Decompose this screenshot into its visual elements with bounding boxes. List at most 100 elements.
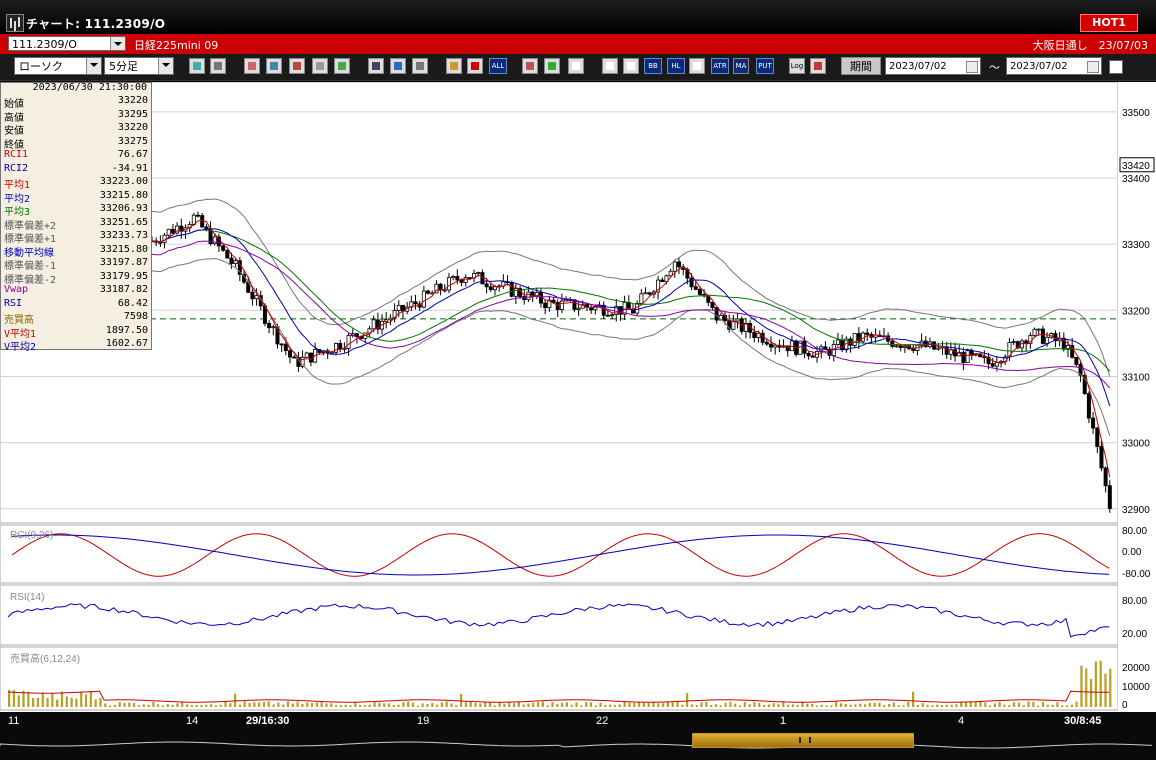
tool-icon[interactable] (544, 58, 560, 74)
volume-bar (642, 702, 645, 707)
volume-bar (286, 701, 290, 707)
tool-icon[interactable] (689, 58, 705, 74)
data-row-value: 1897.50 (105, 324, 148, 336)
tool-icon[interactable] (390, 58, 406, 74)
candle-body (559, 300, 564, 310)
tool-icon[interactable] (446, 58, 462, 74)
candle-body (852, 333, 857, 346)
volume-bar (498, 702, 501, 707)
volume-bar (368, 704, 371, 707)
symbol-select[interactable]: 111.2309/O (8, 36, 126, 51)
interval-select[interactable]: 5分足 (104, 57, 174, 75)
volume-bar (585, 702, 588, 707)
volume-bar (1046, 704, 1049, 707)
indicator-button[interactable]: PUT (756, 58, 774, 74)
tool-icon[interactable] (289, 58, 305, 74)
tool-icon[interactable] (312, 58, 328, 74)
chevron-down-icon[interactable] (86, 58, 101, 74)
calendar-icon[interactable] (1087, 61, 1099, 73)
title-bar[interactable]: チャート: 111.2309/O HOT1 (0, 0, 1156, 34)
indicator-button[interactable]: Log (789, 58, 805, 74)
tool-icon[interactable] (210, 58, 226, 74)
candle-body (835, 339, 840, 345)
tool-icon[interactable] (467, 58, 483, 74)
start-date-input[interactable]: 2023/07/02 (885, 57, 981, 75)
volume-bar (700, 702, 703, 707)
volume-bar (359, 704, 362, 707)
time-axis-label: 19 (417, 715, 429, 727)
volume-bar (873, 702, 876, 707)
chart-type-select[interactable]: ローソク (14, 57, 102, 75)
indicator-button[interactable]: ALL (489, 58, 507, 74)
candle-body (442, 289, 447, 292)
chart-svg[interactable]: 33500 33400 33300 33200 33100 33000 32900 33420… (0, 82, 1156, 730)
volume-bar (950, 704, 953, 707)
data-row-value: 33220 (117, 95, 148, 106)
volume-bar (205, 704, 208, 707)
tool-glyph-icon (394, 62, 402, 70)
volume-bar (681, 704, 684, 707)
time-scrollbar[interactable] (0, 730, 1156, 760)
data-row-value: 33197.87 (99, 257, 148, 268)
volume-bar (157, 704, 160, 707)
candle-body (421, 290, 426, 308)
candle-body (1045, 336, 1050, 344)
candle-body (643, 292, 648, 295)
indicator-button[interactable]: HL (667, 58, 685, 74)
chevron-down-icon[interactable] (110, 37, 125, 50)
tool-glyph-icon (627, 62, 635, 70)
grip-icon (799, 737, 811, 743)
volume-bar (445, 701, 448, 707)
volume-bar (594, 705, 597, 707)
indicator-button[interactable]: BB (644, 58, 662, 74)
volume-bar (536, 702, 540, 707)
volume-bar (657, 703, 660, 707)
volume-bar (902, 705, 905, 707)
data-row: V平均1 1897.50 (4, 324, 148, 340)
volume-bar (1037, 705, 1040, 707)
calendar-icon[interactable] (966, 61, 978, 73)
tool-icon[interactable] (266, 58, 282, 74)
volume-bar (993, 703, 996, 707)
end-date-input[interactable]: 2023/07/02 (1006, 57, 1102, 75)
tool-glyph-icon (606, 62, 614, 70)
tool-icon[interactable] (623, 58, 639, 74)
volume-bar (777, 704, 780, 707)
indicator-button[interactable]: MA (733, 58, 749, 74)
scroll-thumb[interactable] (692, 733, 914, 748)
volume-bar (301, 704, 304, 707)
data-row: V平均2 1602.67 (4, 338, 148, 353)
tool-icon[interactable] (568, 58, 584, 74)
end-date-checkbox[interactable] (1109, 60, 1123, 74)
data-row: 標準偏差-2 33179.95 (4, 271, 148, 286)
candle-body (672, 261, 677, 272)
volume-bar (907, 701, 910, 707)
tool-icon[interactable] (334, 58, 350, 74)
chevron-down-icon[interactable] (158, 58, 173, 74)
tool-glyph-icon (338, 62, 346, 70)
candle-body (756, 332, 761, 339)
volume-bar (811, 703, 814, 707)
tool-icon[interactable] (368, 58, 384, 74)
data-row: 高値 33295 (4, 109, 148, 124)
chart-area[interactable]: 33500 33400 33300 33200 33100 33000 32900 33420… (0, 82, 1156, 740)
tool-glyph-icon (693, 62, 701, 70)
volume-bar (60, 691, 64, 707)
hot-badge[interactable]: HOT1 (1080, 14, 1138, 32)
tool-icon[interactable] (412, 58, 428, 74)
tool-icon[interactable] (189, 58, 205, 74)
volume-bar (27, 691, 30, 707)
volume-bar (527, 703, 530, 707)
tool-icon[interactable] (522, 58, 538, 74)
indicator-button[interactable]: ATR (711, 58, 729, 74)
tool-icon[interactable] (602, 58, 618, 74)
tool-icon[interactable] (244, 58, 260, 74)
overview-line (0, 741, 1153, 749)
tool-glyph-icon (416, 62, 424, 70)
chart-app-icon (6, 14, 24, 32)
tool-icon[interactable] (810, 58, 826, 74)
period-button[interactable]: 期間 (841, 57, 881, 75)
candle-body (225, 249, 230, 259)
volume-bar (1041, 701, 1045, 707)
volume-bar (407, 701, 410, 707)
